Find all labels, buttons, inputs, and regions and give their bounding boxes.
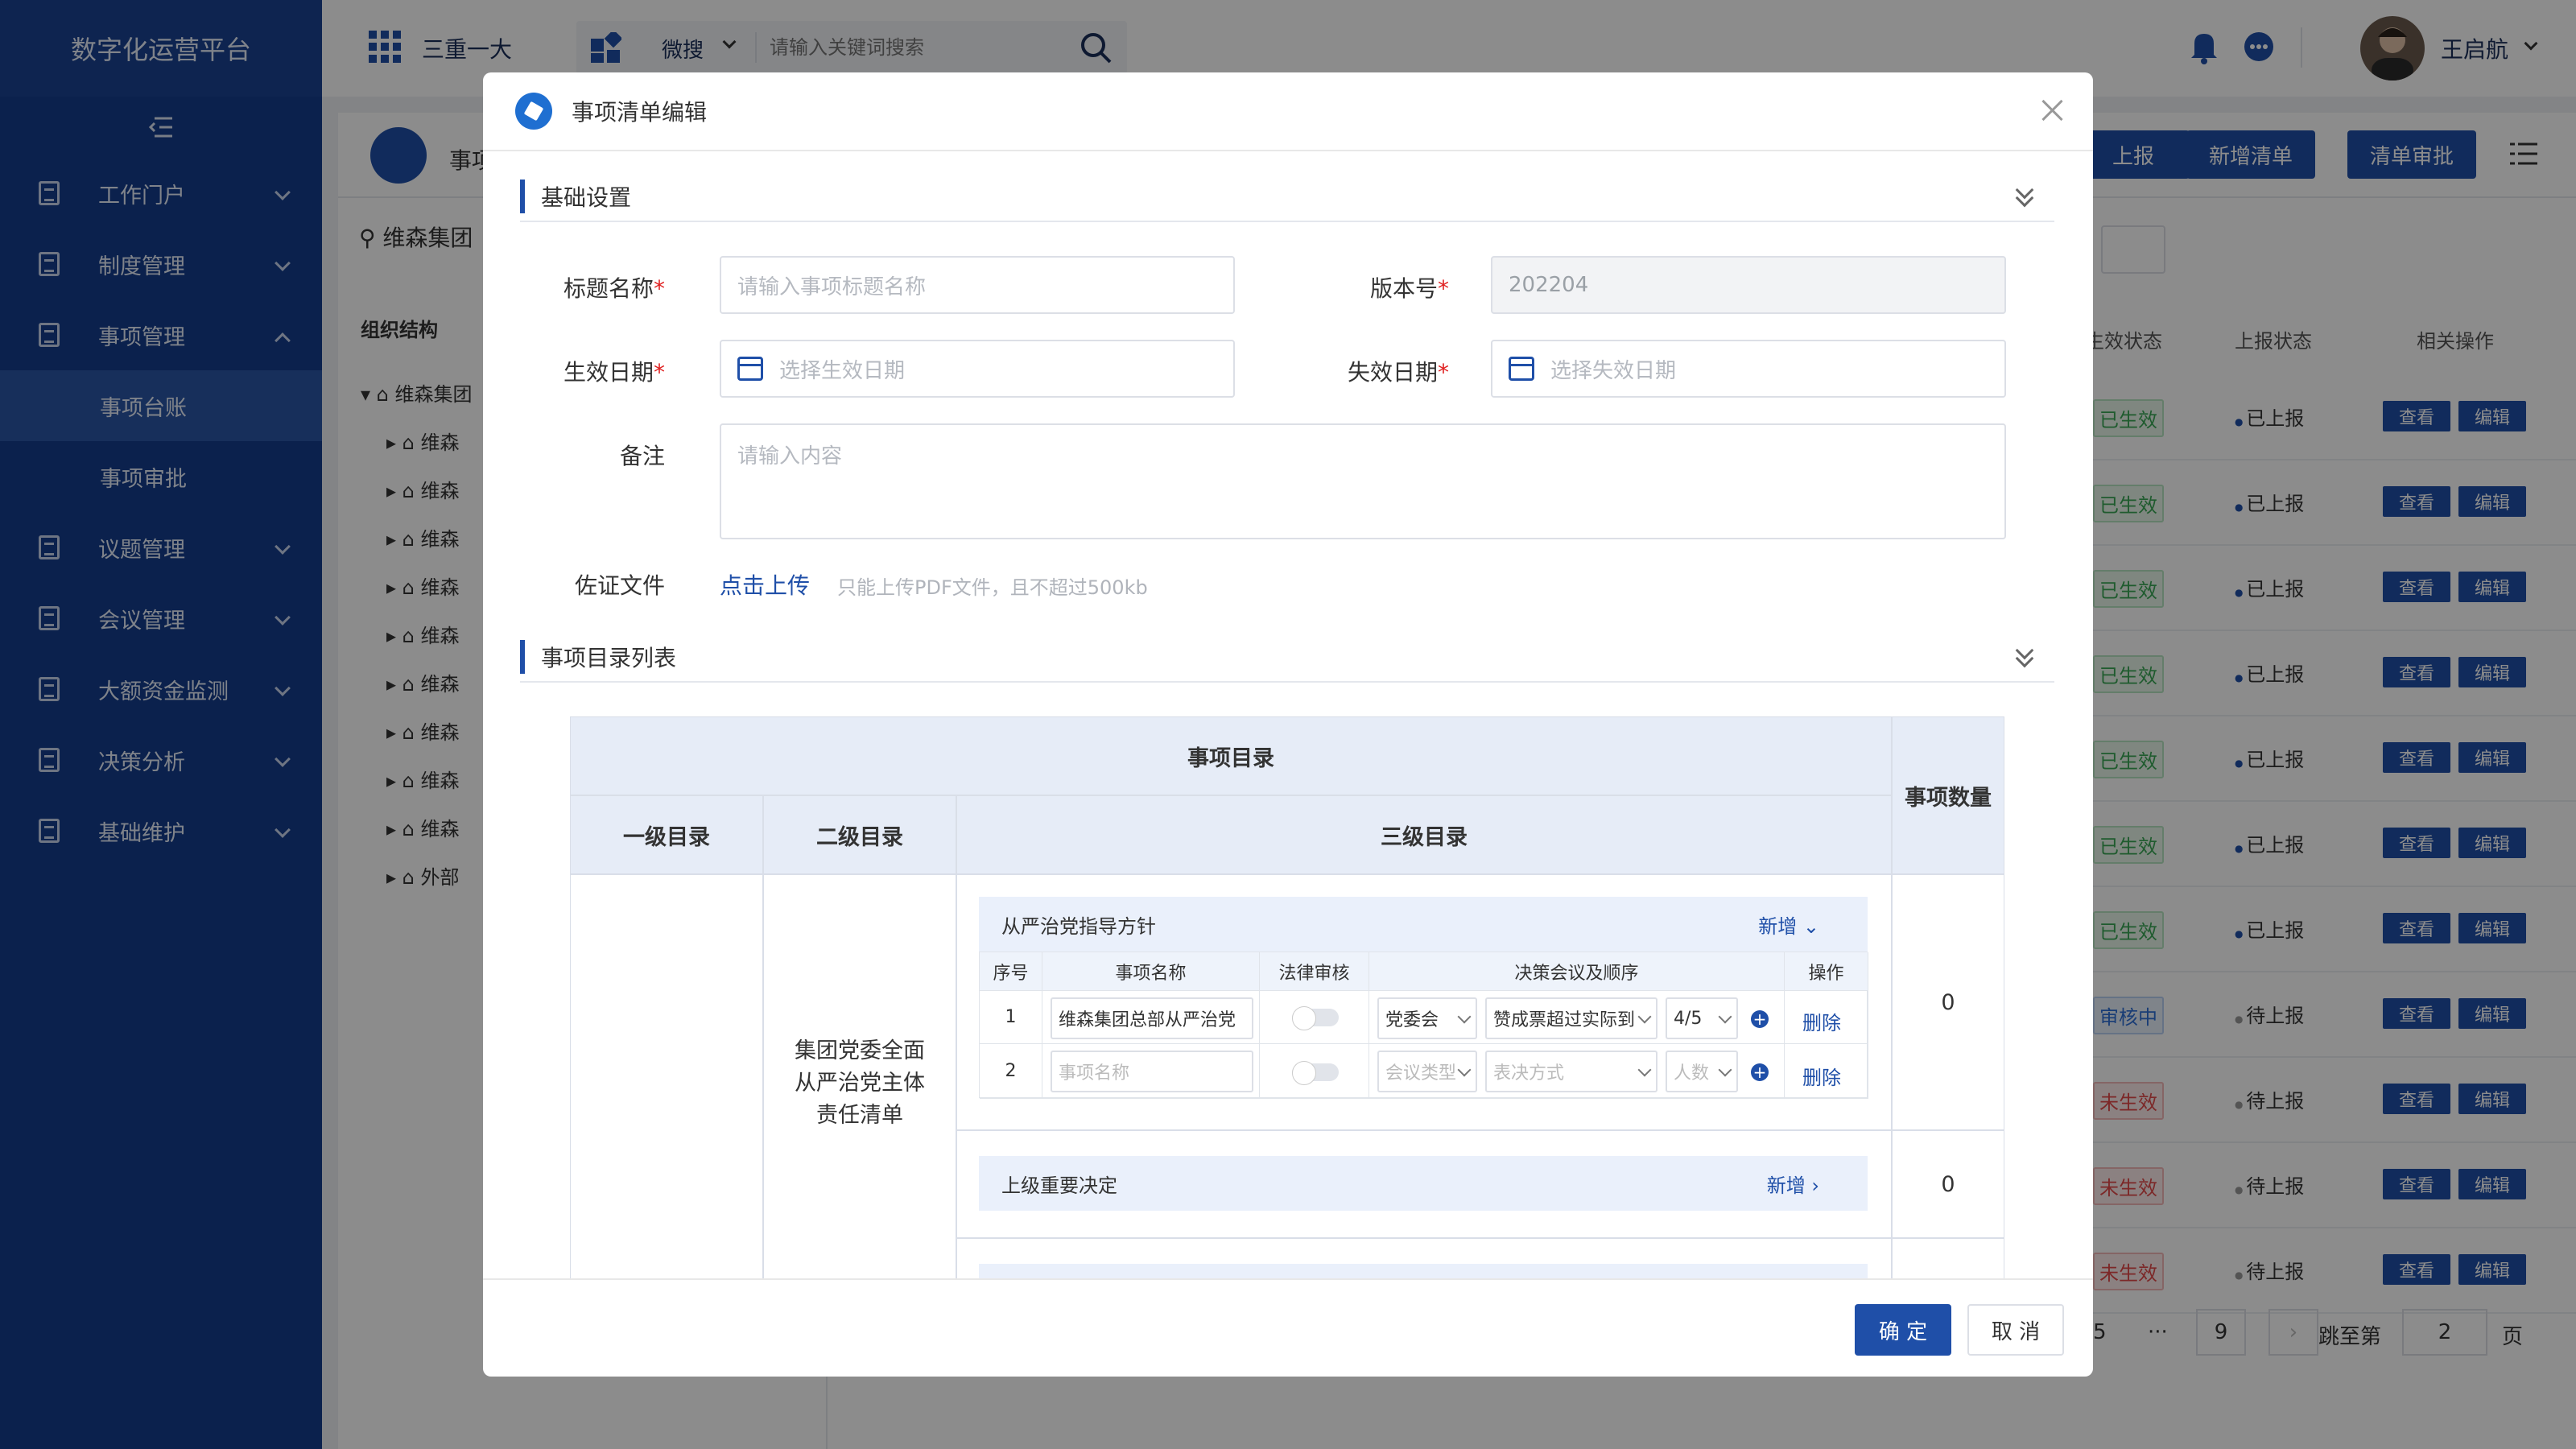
count-cell-2: 0 [1892, 1130, 2004, 1238]
select-value: 党委会 [1385, 1010, 1439, 1030]
version-input: 202204 [1491, 256, 2006, 314]
title-input[interactable]: 请输入事项标题名称 [720, 256, 1235, 314]
catalog-table: 事项目录 事项数量 一级目录 二级目录 三级目录 集团党委全面从严治党主体责任清… [570, 716, 2004, 1280]
delete-link[interactable]: 删除 [1802, 1062, 1841, 1090]
add-meeting-icon[interactable]: + [1751, 1010, 1769, 1028]
upload-link[interactable]: 点击上传 [720, 568, 810, 601]
chevron-down-icon: ⌄ [1802, 914, 1819, 938]
row-no: 1 [980, 991, 1042, 1044]
vote-method-select[interactable]: 赞成票超过实际到 [1485, 997, 1657, 1039]
chevron-right-icon: › [1811, 1174, 1819, 1197]
header-level3: 三级目录 [956, 795, 1892, 874]
close-icon[interactable] [2038, 97, 2066, 124]
delete-link[interactable]: 删除 [1802, 1007, 1841, 1035]
end-date-picker[interactable]: 选择失效日期 [1491, 340, 2006, 398]
group-name: 从严治党指导方针 [1001, 914, 1156, 938]
calendar-icon [737, 357, 763, 381]
chevron-down-icon [1637, 1009, 1652, 1024]
group-add-link[interactable]: 新增 › [1767, 1170, 1819, 1198]
required-mark: * [654, 275, 665, 302]
meeting-type-select[interactable]: 会议类型 [1377, 1051, 1477, 1092]
select-value: 表决方式 [1493, 1063, 1565, 1084]
placeholder-text: 选择失效日期 [1550, 358, 1677, 383]
group-header [979, 1264, 1868, 1280]
row-no: 2 [980, 1044, 1042, 1099]
chevron-down-icon [1457, 1063, 1472, 1077]
label-text: 生效日期 [563, 359, 654, 386]
confirm-button[interactable]: 确 定 [1855, 1304, 1951, 1356]
col-name: 事项名称 [1042, 952, 1260, 991]
group-name: 上级重要决定 [1001, 1174, 1117, 1197]
col-legal: 法律审核 [1260, 952, 1369, 991]
chevron-down-icon [1718, 1009, 1732, 1024]
group-header: 从严治党指导方针 新增 ⌄ [979, 897, 1868, 952]
header-count: 事项数量 [1892, 716, 2004, 874]
note-label: 备注 [619, 443, 665, 469]
select-value: 人数 [1674, 1063, 1710, 1084]
cancel-button[interactable]: 取 消 [1967, 1304, 2064, 1356]
matter-name-input[interactable]: 事项名称 [1051, 1051, 1253, 1092]
version-label: 版本号* [1288, 271, 1449, 303]
count-cell-1: 0 [1892, 874, 2004, 1130]
modal-footer: 确 定 取 消 [483, 1278, 2093, 1377]
modal-title: 事项清单编辑 [572, 99, 708, 126]
add-label: 新增 [1766, 1174, 1806, 1197]
calendar-icon [1509, 357, 1534, 381]
ratio-select[interactable]: 人数 [1666, 1051, 1738, 1092]
label-text: 失效日期 [1347, 359, 1438, 386]
add-meeting-icon[interactable]: + [1751, 1063, 1769, 1081]
file-label: 佐证文件 [574, 572, 665, 599]
placeholder-text: 选择生效日期 [779, 358, 906, 383]
select-value: 赞成票超过实际到 [1493, 1010, 1636, 1030]
meeting-type-select[interactable]: 党委会 [1377, 997, 1477, 1039]
col-meeting: 决策会议及顺序 [1369, 952, 1785, 991]
start-date-label: 生效日期* [531, 355, 665, 387]
ratio-select[interactable]: 4/5 [1666, 997, 1738, 1039]
modal-header: 事项清单编辑 [483, 72, 2093, 151]
select-value: 会议类型 [1385, 1063, 1457, 1084]
header-catalog: 事项目录 [570, 716, 1892, 795]
count-cell-3 [1892, 1238, 2004, 1280]
end-date-label: 失效日期* [1288, 355, 1449, 387]
select-value: 4/5 [1674, 1008, 1703, 1029]
list-section-header[interactable]: 事项目录列表 [520, 633, 2054, 683]
col-ops: 操作 [1785, 952, 1868, 991]
required-mark: * [1438, 275, 1449, 302]
required-mark: * [1438, 359, 1449, 386]
label-text: 标题名称 [563, 275, 654, 302]
section-title: 基础设置 [541, 184, 632, 211]
double-chevron-icon[interactable] [2013, 641, 2037, 668]
header-level2: 二级目录 [763, 795, 956, 874]
start-date-picker[interactable]: 选择生效日期 [720, 340, 1235, 398]
double-chevron-icon[interactable] [2013, 180, 2037, 208]
chevron-down-icon [1637, 1063, 1652, 1077]
section-bar [520, 180, 525, 213]
vote-method-select[interactable]: 表决方式 [1485, 1051, 1657, 1092]
level2-cell: 集团党委全面从严治党主体责任清单 [763, 874, 956, 1280]
group-add-link[interactable]: 新增 ⌄ [1758, 910, 1819, 939]
matter-name-input[interactable]: 维森集团总部从严治党 [1051, 997, 1253, 1039]
title-label: 标题名称* [531, 271, 665, 303]
add-label: 新增 [1758, 914, 1798, 938]
inner-table: 序号 事项名称 法律审核 决策会议及顺序 操作 1 维森集团总部从严治党 党委会… [979, 952, 1868, 1099]
edit-modal: 事项清单编辑 基础设置 标题名称* 请输入事项标题名称 版本号* 202204 … [483, 72, 2093, 1377]
required-mark: * [654, 359, 665, 386]
col-no: 序号 [980, 952, 1042, 991]
basic-section-header[interactable]: 基础设置 [520, 172, 2054, 222]
label-text: 版本号 [1369, 275, 1438, 302]
legal-review-toggle[interactable] [1292, 1061, 1339, 1085]
chevron-down-icon [1457, 1009, 1472, 1024]
legal-review-toggle[interactable] [1292, 1006, 1339, 1030]
chevron-down-icon [1718, 1063, 1732, 1077]
section-title: 事项目录列表 [541, 645, 677, 671]
note-textarea[interactable]: 请输入内容 [720, 423, 2006, 539]
section-bar [520, 640, 525, 674]
upload-hint: 只能上传PDF文件，且不超过500kb [837, 576, 1148, 599]
cube-logo-icon [515, 93, 552, 130]
level1-cell [570, 874, 763, 1280]
header-level1: 一级目录 [570, 795, 763, 874]
group-header: 上级重要决定 新增 › [979, 1156, 1868, 1211]
